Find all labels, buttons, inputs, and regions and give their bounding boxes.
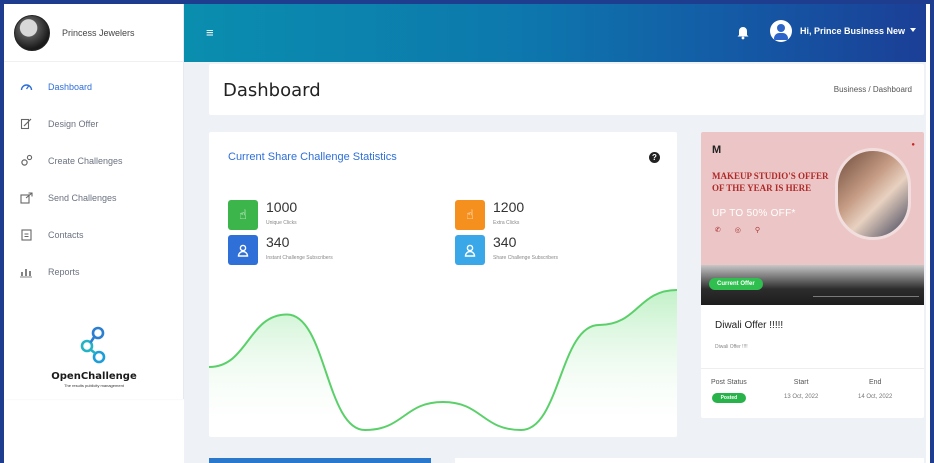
status-badge: Posted <box>711 393 747 403</box>
banner-photo <box>835 148 911 240</box>
user-icon <box>228 235 258 265</box>
post-status-column: Post Status Posted <box>711 379 747 404</box>
banner-contact-icons: ✆ ◎ ⚲ <box>715 227 766 234</box>
chart-area-fill <box>209 290 677 437</box>
contacts-icon <box>18 227 34 243</box>
openchallenge-logo-mark <box>80 326 106 364</box>
openchallenge-logo: OpenChallenge The results publicity mana… <box>4 326 184 388</box>
page-title: Dashboard <box>223 80 321 101</box>
stat-instant-subscribers: 340 Instant Challenge Subscribers <box>228 234 428 265</box>
sidebar-item-create-challenges[interactable]: Create Challenges <box>4 142 183 179</box>
hand-pointer-icon: ☝ <box>228 200 258 230</box>
brand-name: Princess Jewelers <box>62 27 135 38</box>
reports-icon <box>18 264 34 280</box>
stat-value: 340 <box>493 234 517 250</box>
logo-name: OpenChallenge <box>51 371 137 382</box>
stat-value: 1000 <box>266 199 298 215</box>
user-menu-name[interactable]: Hi, Prince Business New <box>800 26 905 36</box>
page-header: Dashboard Business / Dashboard <box>209 64 924 115</box>
stat-value: 340 <box>266 234 290 250</box>
sidebar: Princess Jewelers Dashboard Design Offer… <box>4 4 184 399</box>
edit-icon <box>18 116 34 132</box>
start-label: Start <box>793 379 809 386</box>
banner-logo: M <box>712 144 722 156</box>
breadcrumb[interactable]: Business / Dashboard <box>834 85 912 94</box>
brand-header[interactable]: Princess Jewelers <box>4 4 183 62</box>
end-label: End <box>868 379 882 386</box>
end-value: 14 Oct, 2022 <box>858 394 893 400</box>
sidebar-item-send-challenges[interactable]: Send Challenges <box>4 179 183 216</box>
post-status-label: Post Status <box>711 379 747 386</box>
banner-subline: UP TO 50% OFF* <box>712 208 796 219</box>
share-icon <box>18 190 34 206</box>
sidebar-item-design-offer[interactable]: Design Offer <box>4 105 183 142</box>
sidebar-item-dashboard[interactable]: Dashboard <box>4 68 183 105</box>
user-icon <box>455 235 485 265</box>
stat-label: Extra Clicks <box>493 220 520 226</box>
chevron-down-icon[interactable] <box>910 28 916 32</box>
offer-banner: M ● MAKEUP STUDIO'S OFFER OF THE YEAR IS… <box>701 132 924 265</box>
sidebar-item-label: Design Offer <box>48 118 99 129</box>
bell-icon[interactable] <box>736 24 750 40</box>
close-icon[interactable]: ● <box>911 142 915 148</box>
stats-area-chart <box>209 289 677 437</box>
banner-headline: MAKEUP STUDIO'S OFFER OF THE YEAR IS HER… <box>712 171 829 193</box>
question-icon[interactable]: ? <box>649 152 660 163</box>
sidebar-item-reports[interactable]: Reports <box>4 253 183 290</box>
stats-title: Current Share Challenge Statistics <box>228 151 397 163</box>
sidebar-item-label: Reports <box>48 266 80 277</box>
sidebar-item-label: Dashboard <box>48 81 93 92</box>
hamburger-icon[interactable]: ≡ <box>206 26 214 39</box>
end-column: End 14 Oct, 2022 <box>858 379 892 400</box>
current-offer-card[interactable]: M ● MAKEUP STUDIO'S OFFER OF THE YEAR IS… <box>701 132 924 418</box>
stat-value: 1200 <box>493 199 525 215</box>
stat-share-subscribers: 340 Share Challenge Subscribers <box>455 234 655 265</box>
offer-title: Diwali Offer !!!!! <box>715 320 784 331</box>
next-card-top <box>209 458 431 463</box>
offer-description: Diwali Offer !!!! <box>715 344 748 350</box>
offer-divider <box>701 368 924 369</box>
brand-avatar <box>14 14 50 51</box>
start-column: Start 13 Oct, 2022 <box>784 379 818 400</box>
stats-card: Current Share Challenge Statistics ? ☝ 1… <box>209 132 677 437</box>
sidebar-item-label: Send Challenges <box>48 192 117 203</box>
sidebar-item-label: Create Challenges <box>48 155 123 166</box>
next-card-top-right <box>455 458 924 463</box>
gauge-icon <box>18 79 34 95</box>
logo-tagline: The results publicity management <box>64 383 124 388</box>
sidebar-nav: Dashboard Design Offer Create Challenges… <box>4 62 183 290</box>
topbar: ≡ Hi, Prince Business New <box>184 4 926 62</box>
sidebar-item-label: Contacts <box>48 229 84 240</box>
current-offer-badge: Current Offer <box>709 278 763 290</box>
stat-unique-clicks: ☝ 1000 Unique Clicks <box>228 199 428 230</box>
stat-label: Instant Challenge Subscribers <box>266 255 333 261</box>
user-avatar[interactable] <box>770 20 792 42</box>
stat-label: Share Challenge Subscribers <box>493 255 559 261</box>
gears-icon <box>18 153 34 169</box>
stat-label: Unique Clicks <box>266 220 297 226</box>
hand-pointer-icon: ☝ <box>455 200 485 230</box>
sidebar-item-contacts[interactable]: Contacts <box>4 216 183 253</box>
stat-extra-clicks: ☝ 1200 Extra Clicks <box>455 199 655 230</box>
start-value: 13 Oct, 2022 <box>784 394 819 400</box>
